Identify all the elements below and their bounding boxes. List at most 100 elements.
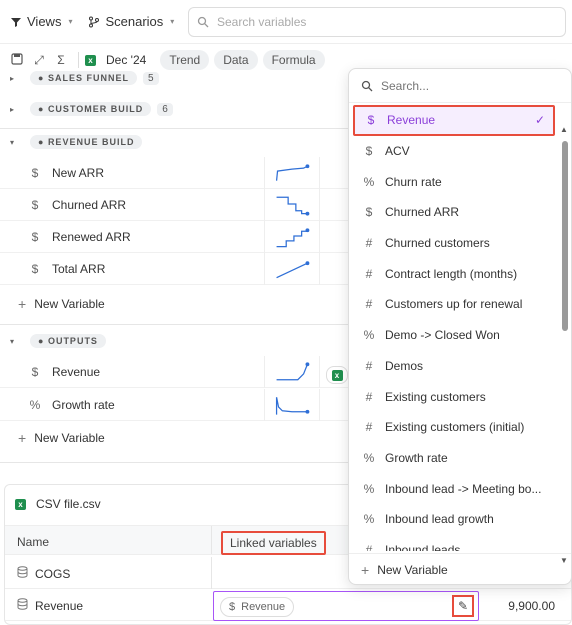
dropdown-search-input[interactable] (381, 78, 551, 93)
variable-name: Revenue (52, 364, 101, 379)
dollar-icon: $ (367, 113, 375, 128)
sparkline (264, 221, 320, 253)
chevron-down-icon: ▾ (68, 17, 73, 26)
filter-icon (11, 17, 21, 27)
table-row[interactable]: Revenue $ Revenue ✎ 9,900.00 (5, 589, 571, 621)
dropdown-item-demos[interactable]: # Demos (349, 351, 559, 382)
plus-icon: + (361, 562, 370, 578)
variable-row-total-arr[interactable]: $ Total ARR (0, 253, 350, 285)
dropdown-item-existing-customers[interactable]: # Existing customers (349, 381, 559, 412)
dropdown-item-label: Churn rate (385, 174, 442, 189)
new-variable-button[interactable]: + New Variable (18, 424, 105, 452)
dropdown-item-label: Customers up for renewal (385, 297, 523, 312)
dollar-icon: $ (31, 197, 39, 212)
dropdown-item-churned-arr[interactable]: $ Churned ARR (349, 197, 559, 228)
scenarios-button[interactable]: Scenarios ▾ (88, 14, 174, 29)
chevron-right-icon: ▸ (10, 104, 15, 114)
branch-icon (89, 16, 100, 27)
hash-icon: # (365, 358, 373, 373)
dropdown-item-revenue[interactable]: $ Revenue ✓ (353, 105, 555, 136)
excel-icon: x (331, 369, 343, 381)
variable-name: Churned ARR (52, 197, 127, 212)
dollar-icon: $ (31, 261, 39, 276)
variable-row-growth-rate[interactable]: % Growth rate (0, 389, 350, 421)
new-variable-label: New Variable (34, 431, 105, 445)
dropdown-item-label: Growth rate (385, 450, 448, 465)
dollar-icon: $ (365, 205, 373, 220)
group-label: ● OUTPUTS (30, 334, 106, 348)
dollar-icon: $ (31, 229, 39, 244)
dropdown-item-label: Demo -> Closed Won (385, 328, 500, 343)
dollar-icon: $ (365, 144, 373, 159)
percent-icon: % (363, 450, 375, 465)
dollar-icon: $ (31, 165, 39, 180)
hash-icon: # (365, 236, 373, 251)
dropdown-item-label: Churned customers (385, 236, 490, 251)
column-header-name: Name (17, 535, 50, 549)
excel-link-badge[interactable]: x (326, 366, 348, 384)
dropdown-item-churn-rate[interactable]: % Churn rate (349, 166, 559, 197)
linked-variable-pill[interactable]: $ Revenue (220, 597, 295, 617)
hash-icon: # (365, 266, 373, 281)
dropdown-scrollbar[interactable]: ▲ ▼ (560, 125, 569, 565)
search-placeholder: Search variables (217, 15, 307, 29)
dropdown-item-label: Existing customers (385, 389, 486, 404)
chevron-down-icon: ▾ (10, 336, 15, 346)
dropdown-item-inbound-leads[interactable]: # Inbound leads (349, 535, 559, 551)
variable-picker-dropdown: $ Revenue ✓ $ ACV % Churn rate $ Churned… (348, 68, 572, 585)
dropdown-item-churned-customers[interactable]: # Churned customers (349, 228, 559, 259)
variable-name: Total ARR (52, 261, 106, 276)
search-variables-input[interactable]: Search variables (188, 7, 566, 37)
sparkline (264, 189, 320, 221)
dropdown-item-label: Inbound lead -> Meeting bo... (385, 481, 542, 496)
percent-icon: % (363, 481, 375, 496)
new-variable-button[interactable]: + New Variable (18, 290, 105, 318)
column-header-linked-variables: Linked variables (221, 531, 326, 555)
csv-title: x CSV file.csv (15, 497, 101, 511)
database-icon (17, 566, 28, 581)
percent-icon: % (29, 397, 41, 412)
scroll-up-icon[interactable]: ▲ (560, 125, 568, 134)
top-bar: Views ▾ Scenarios ▾ Search variables (0, 0, 572, 44)
dropdown-item-growth-rate[interactable]: % Growth rate (349, 443, 559, 474)
dropdown-search[interactable] (349, 69, 571, 103)
new-variable-label: New Variable (34, 297, 105, 311)
variable-row-churned-arr[interactable]: $ Churned ARR (0, 189, 350, 221)
chevron-right-icon: ▸ (10, 73, 15, 83)
hash-icon: # (365, 297, 373, 312)
dropdown-new-variable-button[interactable]: + New Variable (349, 553, 571, 584)
search-icon (361, 80, 373, 91)
variable-row-new-arr[interactable]: $ New ARR (0, 157, 350, 189)
dropdown-list: $ Revenue ✓ $ ACV % Churn rate $ Churned… (349, 105, 559, 551)
row-value: 9,900.00 (508, 599, 555, 613)
variable-row-renewed-arr[interactable]: $ Renewed ARR (0, 221, 350, 253)
hash-icon: # (365, 420, 373, 435)
dropdown-item-acv[interactable]: $ ACV (349, 136, 559, 167)
sparkline (264, 157, 320, 189)
dropdown-item-contract-length[interactable]: # Contract length (months) (349, 258, 559, 289)
edit-pencil-icon[interactable]: ✎ (452, 595, 474, 617)
dropdown-item-label: Inbound leads (385, 542, 461, 551)
dropdown-item-customers-up-for-renewal[interactable]: # Customers up for renewal (349, 289, 559, 320)
variable-name: Renewed ARR (52, 229, 131, 244)
group-label: ● REVENUE BUILD (30, 135, 143, 149)
sparkline (264, 356, 320, 388)
dropdown-item-inbound-lead-growth[interactable]: % Inbound lead growth (349, 504, 559, 535)
percent-icon: % (363, 512, 375, 527)
group-label: ● SALES FUNNEL (30, 71, 137, 85)
plus-icon: + (18, 430, 27, 446)
hash-icon: # (365, 542, 373, 551)
dropdown-item-demo-closed-won[interactable]: % Demo -> Closed Won (349, 320, 559, 351)
variable-row-revenue[interactable]: $ Revenue (0, 356, 350, 388)
column-divider (211, 557, 212, 589)
hash-icon: # (365, 389, 373, 404)
dropdown-item-existing-customers-initial[interactable]: # Existing customers (initial) (349, 412, 559, 443)
variable-name: Growth rate (52, 397, 115, 412)
dropdown-item-label: Churned ARR (385, 205, 460, 220)
group-count: 6 (157, 102, 173, 116)
linked-variable-cell[interactable]: $ Revenue ✎ (213, 591, 479, 621)
dropdown-item-inbound-lead-meeting[interactable]: % Inbound lead -> Meeting bo... (349, 473, 559, 504)
scrollbar-thumb[interactable] (562, 141, 568, 331)
views-button[interactable]: Views ▾ (10, 14, 72, 29)
search-icon (197, 16, 209, 28)
